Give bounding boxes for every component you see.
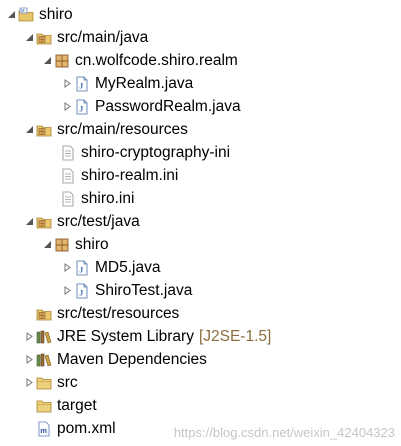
expanded-arrow-icon[interactable] (4, 3, 18, 26)
svg-text:J: J (79, 104, 83, 113)
collapsed-arrow-icon[interactable] (60, 95, 74, 118)
java-file-icon: J (74, 283, 90, 299)
tree-item-label: src (57, 374, 78, 391)
tree-item-package-shiro[interactable]: shiro (40, 233, 109, 256)
watermark: https://blog.csdn.net/weixin_42404323 (173, 425, 395, 440)
tree-item-file-shirotest[interactable]: J ShiroTest.java (60, 279, 192, 302)
java-file-icon: J (74, 260, 90, 276)
tree-item-file-crypto-ini[interactable]: shiro-cryptography-ini (60, 141, 230, 164)
collapsed-arrow-icon[interactable] (22, 325, 36, 348)
tree-item-label: src/main/java (57, 29, 149, 46)
maven-project-icon: M (18, 7, 34, 23)
tree-item-label: src/main/resources (57, 121, 188, 138)
tree-item-package-realm[interactable]: cn.wolfcode.shiro.realm (40, 49, 238, 72)
tree-item-src-main-java[interactable]: src/main/java (22, 26, 148, 49)
svg-text:m: m (40, 426, 47, 435)
tree-item-file-realm-ini[interactable]: shiro-realm.ini (60, 164, 178, 187)
tree-item-label: src/test/java (57, 213, 140, 230)
library-icon (36, 352, 52, 368)
collapsed-arrow-icon[interactable] (22, 371, 36, 394)
expanded-arrow-icon[interactable] (22, 118, 36, 141)
svg-text:J: J (79, 288, 83, 297)
expanded-arrow-icon[interactable] (22, 26, 36, 49)
tree-item-file-md5[interactable]: J MD5.java (60, 256, 160, 279)
collapsed-arrow-icon[interactable] (60, 279, 74, 302)
java-file-icon: J (74, 76, 90, 92)
collapsed-arrow-icon[interactable] (22, 348, 36, 371)
tree-item-label: PasswordRealm.java (95, 98, 241, 115)
tree-item-label: shiro (75, 236, 109, 253)
tree-item-label: shiro (39, 6, 73, 23)
tree-item-folder-target[interactable]: target (36, 394, 97, 417)
tree-item-file-pom[interactable]: m pom.xml (36, 417, 116, 440)
tree-item-label: target (57, 397, 97, 414)
expanded-arrow-icon[interactable] (22, 210, 36, 233)
tree-item-file-passwordrealm[interactable]: J PasswordRealm.java (60, 95, 241, 118)
tree-item-label: MyRealm.java (95, 75, 194, 92)
tree-item-label: MD5.java (95, 259, 161, 276)
svg-text:J: J (79, 265, 83, 274)
java-file-icon: J (74, 99, 90, 115)
text-file-icon (60, 191, 76, 207)
package-folder-icon (36, 214, 52, 230)
package-folder-icon (36, 30, 52, 46)
library-icon (36, 329, 52, 345)
collapsed-arrow-icon[interactable] (60, 72, 74, 95)
tree-item-label: shiro-realm.ini (81, 167, 179, 184)
maven-pom-icon: m (36, 421, 52, 437)
folder-icon (36, 398, 52, 414)
tree-item-jre-library[interactable]: JRE System Library [J2SE-1.5] (22, 325, 271, 348)
tree-item-label: shiro-cryptography-ini (81, 144, 231, 161)
tree-item-file-shiro-ini[interactable]: shiro.ini (60, 187, 134, 210)
text-file-icon (60, 168, 76, 184)
tree-item-label: ShiroTest.java (95, 282, 193, 299)
tree-item-label: JRE System Library (57, 328, 194, 345)
expanded-arrow-icon[interactable] (40, 233, 54, 256)
tree-item-project-shiro[interactable]: M shiro (4, 3, 73, 26)
tree-item-src-main-resources[interactable]: src/main/resources (22, 118, 188, 141)
tree-item-label: Maven Dependencies (57, 351, 207, 368)
collapsed-arrow-icon[interactable] (60, 256, 74, 279)
package-icon (54, 53, 70, 69)
tree-item-file-myrealm[interactable]: J MyRealm.java (60, 72, 193, 95)
tree-item-label: shiro.ini (81, 190, 135, 207)
expanded-arrow-icon[interactable] (40, 49, 54, 72)
svg-text:M: M (21, 8, 25, 13)
jre-version-decoration: [J2SE-1.5] (198, 328, 272, 345)
tree-item-folder-src[interactable]: src (22, 371, 78, 394)
svg-text:J: J (79, 81, 83, 90)
package-folder-icon (36, 306, 52, 322)
tree-item-label: pom.xml (57, 420, 116, 437)
tree-item-src-test-resources[interactable]: src/test/resources (36, 302, 179, 325)
package-folder-icon (36, 122, 52, 138)
tree-item-label: cn.wolfcode.shiro.realm (75, 52, 238, 69)
tree-item-maven-dependencies[interactable]: Maven Dependencies (22, 348, 207, 371)
text-file-icon (60, 145, 76, 161)
tree-item-label: src/test/resources (57, 305, 180, 322)
folder-icon (36, 375, 52, 391)
package-icon (54, 237, 70, 253)
tree-item-src-test-java[interactable]: src/test/java (22, 210, 140, 233)
